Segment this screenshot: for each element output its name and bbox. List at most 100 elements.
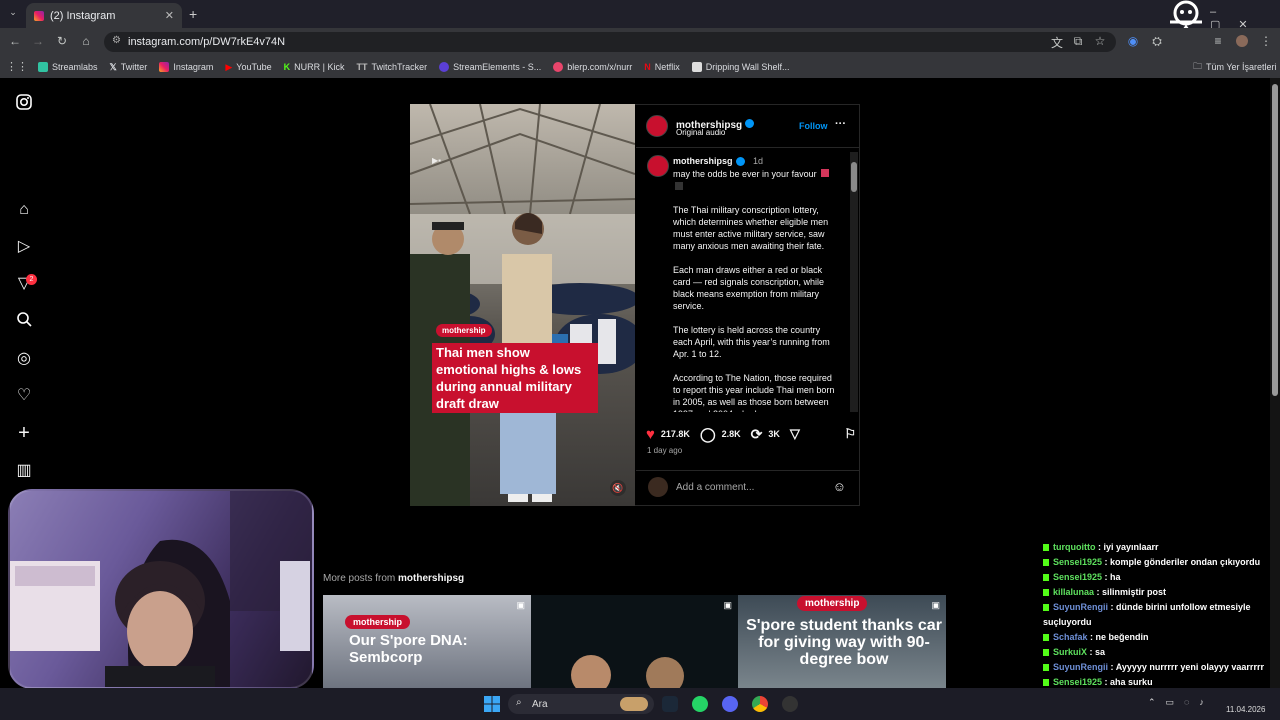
- address-bar[interactable]: ⚙ instagram.com/p/DW7rkE4v74N: [104, 32, 1116, 52]
- discord-icon[interactable]: [722, 696, 738, 712]
- close-tab-icon[interactable]: ✕: [165, 9, 174, 22]
- profile-avatar[interactable]: [1236, 35, 1248, 47]
- taskbar-search[interactable]: ⌕ Ara: [508, 694, 654, 714]
- bookmark-streamelements[interactable]: StreamElements - S...: [439, 62, 541, 72]
- twitchtracker-icon: TT: [356, 62, 368, 72]
- bookmark-blerp[interactable]: blerp.com/x/nurr: [553, 62, 632, 72]
- emoji-icon[interactable]: ☺: [833, 479, 846, 494]
- bookmark-kick[interactable]: K NURR | Kick: [284, 62, 345, 72]
- bookmark-twitter[interactable]: 𝕏 Twitter: [110, 62, 148, 73]
- chat-text: Ayyyyy nurrrrr yeni olayyy vaarrrrr: [1115, 662, 1264, 672]
- comment-input[interactable]: Add a comment...: [676, 482, 754, 493]
- all-bookmarks[interactable]: 🗀 Tüm Yer İşaretleri: [1193, 59, 1277, 75]
- mute-icon[interactable]: 🔇: [610, 480, 626, 496]
- home-icon[interactable]: ⌂: [14, 200, 34, 220]
- post-video[interactable]: [410, 104, 635, 506]
- taskbar-search-label: Ara: [532, 698, 548, 710]
- notifications-heart-icon[interactable]: ♡: [14, 386, 34, 406]
- caption-username[interactable]: mothershipsg: [673, 156, 733, 166]
- bookmark-youtube[interactable]: ▶ YouTube: [225, 62, 271, 73]
- extensions-icon[interactable]: ⛭: [1149, 34, 1165, 49]
- taskbar-clock[interactable]: 11.04.2026: [1226, 695, 1265, 715]
- url-text: instagram.com/p/DW7rkE4v74N: [128, 36, 286, 48]
- chat-username: killalunaa: [1053, 587, 1095, 597]
- bookmark-label: TwitchTracker: [371, 62, 428, 72]
- home-icon[interactable]: ⌂: [78, 34, 94, 48]
- instagram-logo-icon[interactable]: [14, 94, 34, 114]
- instagram-icon: [159, 62, 170, 72]
- media-caption: Thai men show emotional highs & lows dur…: [432, 343, 598, 413]
- original-audio-link[interactable]: Original audio: [676, 128, 725, 137]
- reading-list-icon[interactable]: ≡: [1210, 34, 1226, 48]
- chat-text: ha: [1110, 572, 1121, 582]
- system-tray-icons[interactable]: ⌃▭◌♪: [1148, 697, 1214, 708]
- chat-text: silinmiştir post: [1102, 587, 1167, 597]
- chat-message: turquoitto : iyi yayınlaarr: [1043, 540, 1279, 555]
- black-square-icon: [675, 182, 683, 190]
- youtube-icon: ▶: [225, 61, 233, 72]
- reload-icon[interactable]: ↻: [54, 34, 70, 48]
- more-post-thumbnail[interactable]: ▣: [531, 595, 738, 688]
- webcam-scene: [10, 491, 312, 687]
- bookmark-streamlabs[interactable]: Streamlabs: [38, 62, 98, 72]
- chat-username: SuyunRengii: [1053, 662, 1109, 672]
- follow-button[interactable]: Follow: [799, 121, 828, 131]
- chrome-icon[interactable]: [752, 696, 768, 712]
- like-heart-icon[interactable]: ♥: [646, 426, 655, 443]
- new-tab-button[interactable]: +: [189, 6, 197, 22]
- chat-message: Sensei1925 : komple gönderiler ondan çık…: [1043, 555, 1279, 570]
- explore-icon[interactable]: ◎: [14, 349, 34, 369]
- chat-message: Schafak : ne beğendin: [1043, 630, 1279, 645]
- translate-icon[interactable]: 文: [1049, 34, 1065, 51]
- tab-list-icon[interactable]: ⌄: [5, 7, 21, 18]
- author-avatar[interactable]: [646, 115, 668, 137]
- caption-paragraph: The lottery is held across the country e…: [673, 325, 830, 359]
- obs-icon[interactable]: [782, 696, 798, 712]
- search-icon[interactable]: [14, 311, 34, 331]
- thumbnail-person: [646, 657, 684, 688]
- star-icon[interactable]: ☆: [1092, 34, 1108, 48]
- windows-start-icon[interactable]: [484, 696, 500, 712]
- tab-instagram[interactable]: (2) Instagram ✕: [26, 3, 182, 28]
- menu-icon[interactable]: ⋮: [1258, 34, 1274, 48]
- cast-icon[interactable]: ⧉: [1070, 34, 1086, 49]
- share-icon[interactable]: ▽: [790, 426, 800, 442]
- extension-icon[interactable]: ◉: [1125, 34, 1141, 48]
- bookmark-dripping-shelf[interactable]: Dripping Wall Shelf...: [691, 62, 789, 72]
- search-icon: ⌕: [516, 697, 522, 708]
- more-posts-user[interactable]: mothershipsg: [398, 573, 464, 584]
- more-post-thumbnail[interactable]: mothership Our S'pore DNA: Sembcorp ▣: [323, 595, 531, 688]
- chat-message: SuyunRengii : Ayyyyy nurrrrr yeni olayyy…: [1043, 660, 1279, 675]
- dashboard-icon[interactable]: ▥: [14, 461, 34, 481]
- bookmark-label: Twitter: [120, 62, 148, 72]
- comment-count: 2.8K: [721, 429, 741, 439]
- reels-icon[interactable]: ▷: [14, 237, 34, 257]
- kick-badge-icon: [1043, 679, 1049, 687]
- site-info-icon[interactable]: ⚙: [112, 35, 121, 46]
- repost-icon[interactable]: ⟳: [751, 426, 763, 443]
- whatsapp-icon[interactable]: [692, 696, 708, 712]
- bookmark-netflix[interactable]: N Netflix: [644, 62, 680, 72]
- kick-badge-icon: [1043, 544, 1049, 552]
- bookmark-label: NURR | Kick: [294, 62, 345, 72]
- apps-icon[interactable]: ⋮⋮: [6, 60, 28, 73]
- bookmark-label: Streamlabs: [52, 62, 98, 72]
- folder-icon: 🗀: [1193, 61, 1203, 71]
- save-bookmark-icon[interactable]: ⚐: [844, 426, 856, 442]
- kick-badge-icon: [1043, 634, 1049, 642]
- bookmark-twitchtracker[interactable]: TT TwitchTracker: [356, 62, 427, 72]
- steam-icon[interactable]: [662, 696, 678, 712]
- more-options-icon[interactable]: ···: [835, 118, 846, 130]
- create-icon[interactable]: +: [14, 423, 34, 443]
- forward-icon[interactable]: →: [30, 34, 46, 48]
- bookmark-instagram[interactable]: Instagram: [159, 62, 213, 72]
- bookmark-label: Instagram: [173, 62, 214, 72]
- caption-scrollbar-thumb[interactable]: [851, 162, 857, 192]
- back-icon[interactable]: ←: [7, 34, 23, 48]
- bookmarks-bar: ⋮⋮ Streamlabs 𝕏 Twitter Instagram ▶ YouTub…: [0, 56, 1280, 78]
- chat-username: SurkuiX: [1053, 647, 1088, 657]
- page-scrollbar-thumb[interactable]: [1272, 84, 1278, 396]
- comment-icon[interactable]: ◯: [700, 426, 716, 443]
- more-post-thumbnail[interactable]: mothership S'pore student thanks car for…: [738, 595, 946, 688]
- caption-avatar[interactable]: [647, 155, 669, 177]
